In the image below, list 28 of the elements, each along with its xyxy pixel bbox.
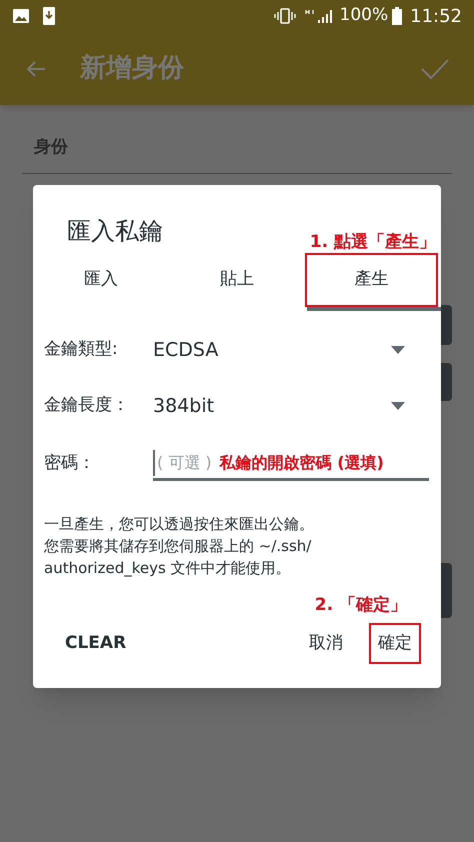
dialog-title: 匯入私鑰 xyxy=(67,216,163,247)
dropdown[interactable]: ECDSA xyxy=(153,336,405,364)
battery-icon xyxy=(392,7,402,25)
field-label: 密碼： xyxy=(44,452,96,476)
screen-title: 新增身份 xyxy=(80,52,184,85)
tab[interactable]: 匯入 xyxy=(33,253,169,307)
annotation-text: 2. 「確定」 xyxy=(314,594,407,617)
annotation-text: 私鑰的開啟密碼 (選填) xyxy=(220,452,384,474)
tab[interactable]: 貼上 xyxy=(169,253,305,307)
clock: 11:52 xyxy=(410,4,462,28)
annotation-text: 1. 點選「產生」 xyxy=(310,230,436,254)
cancel-button[interactable]: 取消 xyxy=(297,622,355,664)
dropdown-arrow-icon xyxy=(391,346,405,354)
check-icon[interactable] xyxy=(420,56,450,80)
field-label: 金鑰長度： xyxy=(44,394,130,418)
password-field[interactable]: ( 可選 ) 私鑰的開啟密碼 (選填) xyxy=(153,447,429,481)
tab[interactable]: 產生 xyxy=(305,253,438,307)
battery-percent: 100% xyxy=(340,4,388,28)
dropdown-arrow-icon xyxy=(391,402,405,410)
download-icon xyxy=(42,6,56,26)
image-icon xyxy=(12,8,30,24)
clear-button[interactable]: CLEAR xyxy=(53,622,138,664)
dropdown[interactable]: 384bit xyxy=(153,392,405,420)
description-text: 一旦產生，您可以透過按住來匯出公鑰。 您需要將其儲存到您伺服器上的 ~/.ssh/ authorized_keys 文件中才能使用。 xyxy=(44,514,315,579)
field-label: 金鑰類型: xyxy=(44,338,119,362)
ok-button[interactable]: 確定 xyxy=(369,622,421,664)
vibrate-icon xyxy=(274,8,296,24)
section-heading: 身份 xyxy=(33,136,69,159)
